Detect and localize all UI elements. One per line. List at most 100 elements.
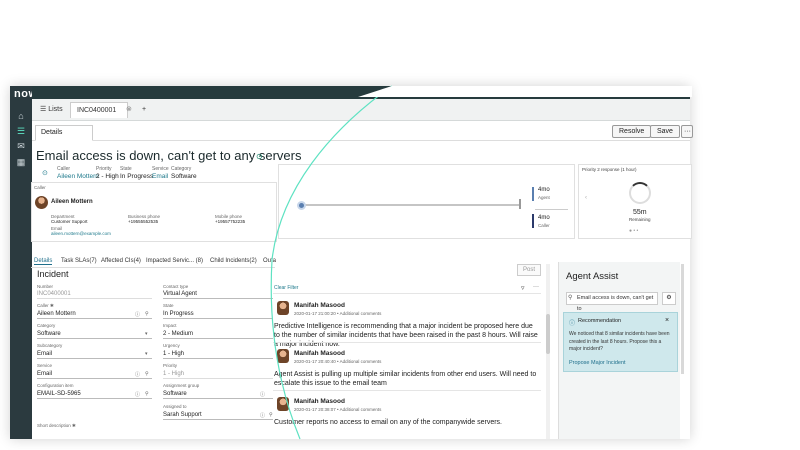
caller-time: 4mo: [538, 215, 550, 221]
entry-text: Customer reports no access to email on a…: [274, 419, 502, 426]
subcategory-select[interactable]: Email: [37, 350, 152, 359]
top-header-bar: [32, 86, 690, 99]
activity-scroll-thumb[interactable]: [546, 314, 550, 354]
priority-sla-title: Priority 2 response (1 hour): [582, 167, 637, 172]
caller-card: Caller Aileen Mottern Department Custome…: [31, 182, 277, 242]
impact-select[interactable]: 2 - Medium: [163, 330, 273, 339]
sla-timeline-marker[interactable]: [297, 201, 306, 210]
entry-divider: [273, 390, 541, 391]
agent-assist-title: Agent Assist: [566, 271, 619, 282]
home-icon[interactable]: ⌂: [15, 111, 27, 121]
caller-time-label: Caller: [538, 223, 550, 228]
meta-caller-value[interactable]: Aileen Mottern: [57, 173, 99, 180]
filter-icon[interactable]: ▿: [521, 284, 525, 292]
clear-filter-link[interactable]: Clear Filter: [274, 285, 298, 291]
service-label: Service: [37, 363, 53, 368]
form-tab-affected-cis[interactable]: Affected CIs(4): [101, 258, 141, 264]
remaining-dial: [629, 182, 651, 204]
impact-label: Impact: [163, 323, 177, 328]
agent-label: Agent: [538, 195, 550, 200]
state-label: State: [163, 303, 174, 308]
caller-info-icon[interactable]: ⓘ: [135, 311, 140, 318]
urgency-label: Urgency: [163, 343, 180, 348]
tag-icon[interactable]: ⊙: [256, 152, 263, 161]
ci-info-icon[interactable]: ⓘ: [135, 391, 140, 398]
assigned-to-field[interactable]: Sarah Support: [163, 411, 273, 420]
more-icon[interactable]: ···: [533, 284, 539, 290]
prev-card-icon[interactable]: ‹: [585, 195, 587, 201]
category-label: Category: [37, 323, 56, 328]
assigned-info-icon[interactable]: ⓘ: [260, 412, 265, 419]
entry-author: Manifah Masood: [294, 398, 345, 405]
contact-type-field[interactable]: Virtual Agent: [163, 290, 273, 299]
caller-field-label: Caller ✱: [37, 303, 54, 308]
recommendation-card: ⓘ Recommendation × We noticed that 8 sim…: [563, 312, 678, 372]
meta-service-value[interactable]: Email: [152, 173, 168, 180]
timeline-end-tick: [519, 199, 521, 209]
more-actions-button[interactable]: ···: [681, 125, 693, 138]
post-button[interactable]: Post: [517, 264, 541, 276]
propose-major-incident-link[interactable]: Propose Major Incident: [569, 360, 626, 366]
ci-search-icon[interactable]: ⚲: [145, 391, 149, 397]
tab-record-label: INC0400001: [77, 107, 117, 114]
add-tab-button[interactable]: +: [136, 102, 152, 118]
sla-timeline-track: [299, 204, 519, 206]
group-info-icon[interactable]: ⓘ: [260, 391, 265, 398]
chevron-down-icon[interactable]: ▾: [145, 351, 148, 357]
meta-priority-value: 2 - High: [96, 173, 119, 180]
agent-assist-search[interactable]: Email access is down, can't get to: [566, 292, 658, 312]
meta-caller-label: Caller: [57, 166, 71, 172]
assignment-group-field[interactable]: Software: [163, 390, 273, 399]
remaining-value: 55m: [633, 209, 647, 216]
meta-category-value: Software: [171, 173, 197, 180]
caller-search-icon[interactable]: ⚲: [145, 311, 149, 317]
service-info-icon[interactable]: ⓘ: [135, 371, 140, 378]
form-tab-task-slas[interactable]: Task SLAs(7): [61, 258, 97, 264]
incident-section-title: Incident: [37, 269, 69, 279]
email-value[interactable]: aileen.mottern@example.com: [51, 231, 111, 236]
grid-icon[interactable]: ▦: [15, 157, 27, 167]
save-button[interactable]: Save: [650, 125, 680, 138]
contact-type-label: Contact type: [163, 284, 189, 289]
settings-icon[interactable]: ⚙: [662, 292, 676, 305]
resolve-button[interactable]: Resolve: [612, 125, 652, 138]
service-search-icon[interactable]: ⚲: [145, 371, 149, 377]
form-tab-details[interactable]: Details: [34, 258, 53, 265]
subtab-details[interactable]: Details: [35, 125, 93, 141]
priority-label: Priority: [163, 363, 178, 368]
assignment-group-label: Assignment group: [163, 383, 200, 388]
assigned-search-icon[interactable]: ⚲: [269, 412, 273, 418]
entry-author: Manifah Masood: [294, 350, 345, 357]
inbox-icon[interactable]: ✉: [15, 141, 27, 151]
activity-scrollbar[interactable]: [546, 264, 550, 439]
state-select[interactable]: In Progress: [163, 310, 273, 319]
category-select[interactable]: Software: [37, 330, 152, 339]
pager-dots[interactable]: ● • •: [629, 228, 638, 234]
form-tab-impacted-services[interactable]: Impacted Servic... (8): [146, 258, 203, 264]
entry-text: Predictive Intelligence is recommending …: [274, 323, 538, 348]
author-avatar: [277, 397, 289, 411]
chevron-down-icon[interactable]: ▾: [145, 331, 148, 337]
entry-date: 2020-01-17 21:00:20 • Additional comment…: [294, 311, 382, 316]
entry-text: Agent Assist is pulling up multiple simi…: [274, 371, 537, 387]
caller-info-icon[interactable]: ⊙: [42, 169, 48, 177]
ci-label: Configuration item: [37, 383, 74, 388]
screenshot-stage: now ⌂ ☰ ✉ ▦ ☰ Lists INC0400001 ⊗ + Detai…: [0, 0, 800, 450]
form-tab-outages[interactable]: Outa: [263, 258, 276, 264]
agent-time: 4mo: [538, 187, 550, 193]
urgency-select[interactable]: 1 - High: [163, 350, 273, 359]
author-avatar: [277, 349, 289, 363]
tab-lists[interactable]: ☰ Lists: [34, 102, 69, 118]
list-icon[interactable]: ☰: [15, 126, 27, 136]
department-value: Customer Support: [51, 219, 88, 224]
form-tab-child-incidents[interactable]: Child Incidents(2): [210, 258, 257, 264]
entry-divider: [273, 342, 541, 343]
left-rail: now ⌂ ☰ ✉ ▦: [10, 86, 37, 439]
workspace-tab-bar: ☰ Lists INC0400001 ⊗ +: [32, 99, 690, 121]
close-icon[interactable]: ×: [665, 317, 669, 324]
agent-bar: [532, 187, 534, 201]
tab-lists-label: Lists: [48, 106, 63, 113]
meta-service-label: Service: [152, 166, 169, 172]
caller-bar: [532, 214, 534, 228]
assist-scrollbar[interactable]: [681, 264, 684, 374]
